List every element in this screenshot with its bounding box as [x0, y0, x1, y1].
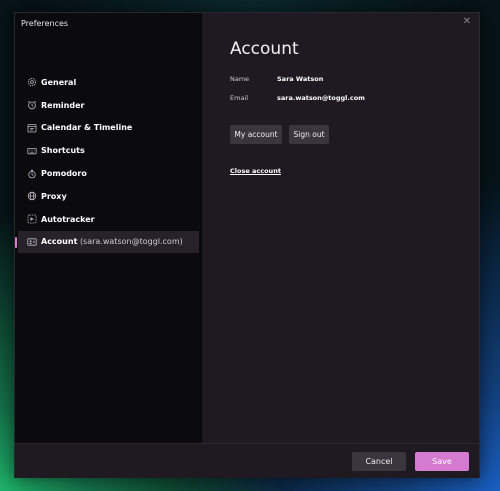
account-panel: ✕ Account Name Sara Watson Email sara.wa…: [202, 13, 479, 443]
autotracker-icon: [27, 214, 37, 224]
sidebar-item-label: Account (sara.watson@toggl.com): [41, 237, 183, 247]
sidebar-item-label: Reminder: [41, 100, 85, 110]
sidebar-item-calendar-timeline[interactable]: Calendar & Timeline: [15, 117, 200, 140]
sidebar-item-shortcuts[interactable]: Shortcuts: [15, 139, 200, 162]
sidebar: Preferences General Reminder Calendar & …: [15, 13, 202, 443]
sidebar-item-label: Calendar & Timeline: [41, 123, 133, 133]
sidebar-item-label: Pomodoro: [41, 169, 87, 179]
close-account-link[interactable]: Close account: [230, 167, 281, 175]
titlebar: Preferences: [15, 13, 201, 39]
sidebar-item-reminder[interactable]: Reminder: [15, 94, 200, 117]
close-icon[interactable]: ✕: [463, 16, 471, 27]
account-card-icon: [27, 237, 37, 247]
sidebar-item-label: General: [41, 77, 77, 87]
sidebar-item-general[interactable]: General: [15, 71, 200, 94]
sidebar-item-account[interactable]: Account (sara.watson@toggl.com): [15, 230, 199, 254]
timer-icon: [27, 169, 37, 179]
alarm-clock-icon: [27, 100, 37, 110]
sidebar-nav: General Reminder Calendar & Timeline Sho…: [15, 71, 200, 254]
sidebar-item-label: Autotracker: [41, 214, 95, 224]
footer: Cancel Save: [15, 443, 479, 478]
save-button[interactable]: Save: [415, 452, 469, 471]
name-label: Name: [230, 75, 250, 83]
preferences-window: Preferences General Reminder Calendar & …: [14, 12, 480, 478]
name-value: Sara Watson: [277, 75, 324, 83]
keyboard-icon: [27, 146, 37, 156]
sidebar-item-autotracker[interactable]: Autotracker: [15, 208, 200, 231]
sidebar-item-pomodoro[interactable]: Pomodoro: [15, 162, 200, 185]
my-account-button[interactable]: My account: [230, 125, 282, 144]
email-value: sara.watson@toggl.com: [277, 94, 365, 102]
sidebar-item-proxy[interactable]: Proxy: [15, 185, 200, 208]
window-title: Preferences: [21, 19, 69, 28]
sidebar-item-label: Shortcuts: [41, 146, 85, 156]
calendar-icon: [27, 123, 37, 133]
page-title: Account: [230, 39, 299, 59]
globe-icon: [27, 191, 37, 201]
sign-out-button[interactable]: Sign out: [289, 125, 329, 144]
gear-icon: [27, 77, 37, 87]
email-label: Email: [230, 94, 249, 102]
cancel-button[interactable]: Cancel: [352, 452, 406, 471]
sidebar-item-label: Proxy: [41, 191, 67, 201]
